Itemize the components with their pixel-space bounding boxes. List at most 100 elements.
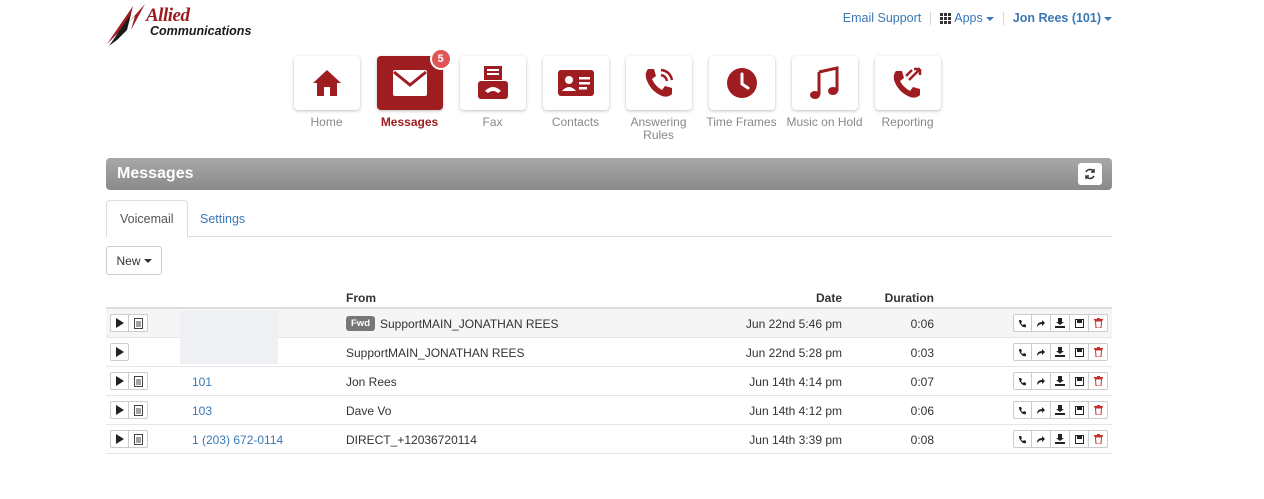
- call-back-button[interactable]: [1013, 401, 1032, 419]
- app-tile: [293, 56, 360, 110]
- column-header-from[interactable]: From: [346, 291, 376, 305]
- forward-button[interactable]: [1032, 401, 1051, 419]
- forward-button[interactable]: [1032, 372, 1051, 390]
- refresh-button[interactable]: [1078, 163, 1102, 185]
- forward-arrow-icon: [1037, 319, 1045, 327]
- save-button[interactable]: [1070, 314, 1089, 332]
- nav-divider: [1002, 11, 1004, 25]
- call-back-button[interactable]: [1013, 314, 1032, 332]
- forward-button[interactable]: [1032, 314, 1051, 332]
- app-label: Answering Rules: [630, 115, 687, 142]
- forward-button[interactable]: [1032, 430, 1051, 448]
- apps-menu[interactable]: Apps: [940, 11, 994, 25]
- caller-name: SupportMAIN_JONATHAN REES: [346, 345, 525, 360]
- message-date: Jun 22nd 5:28 pm: [745, 345, 842, 360]
- save-button[interactable]: [1070, 430, 1089, 448]
- message-duration: 0:08: [910, 432, 934, 447]
- play-button[interactable]: [110, 372, 129, 390]
- table-row[interactable]: Fwd SupportMAIN_JONATHAN REES Jun 22nd 5:…: [106, 309, 1112, 338]
- table-row[interactable]: 101 Jon Rees Jun 14th 4:14 pm 0:07: [106, 367, 1112, 396]
- redacted-caller-id: [180, 311, 278, 338]
- caller-number-link[interactable]: 1 (203) 672-0114: [192, 425, 283, 454]
- transcript-button[interactable]: [129, 314, 148, 332]
- page-title: Messages: [117, 165, 194, 182]
- contact-card-icon: [557, 70, 594, 96]
- call-back-button[interactable]: [1013, 430, 1032, 448]
- forward-button[interactable]: [1032, 343, 1051, 361]
- download-button[interactable]: [1051, 343, 1070, 361]
- trash-icon: [1093, 434, 1103, 444]
- delete-button[interactable]: [1089, 372, 1108, 390]
- play-icon: [116, 376, 124, 386]
- save-button[interactable]: [1070, 343, 1089, 361]
- app-tile: 5: [376, 48, 452, 110]
- message-duration: 0:03: [910, 345, 934, 360]
- call-back-button[interactable]: [1013, 372, 1032, 390]
- save-icon: [1074, 318, 1084, 328]
- table-header: From Date Duration: [106, 285, 1112, 309]
- phone-icon: [1019, 348, 1026, 356]
- user-menu[interactable]: Jon Rees (101): [1013, 11, 1112, 25]
- forward-arrow-icon: [1037, 435, 1045, 443]
- play-button[interactable]: [110, 314, 129, 332]
- email-support-link[interactable]: Email Support: [843, 11, 922, 25]
- play-button[interactable]: [110, 401, 129, 419]
- play-button[interactable]: [110, 430, 129, 448]
- column-header-date[interactable]: Date: [816, 291, 842, 305]
- trash-icon: [1093, 318, 1103, 328]
- download-button[interactable]: [1051, 430, 1070, 448]
- apps-label: Apps: [954, 11, 983, 25]
- row-actions: [1013, 430, 1108, 448]
- delete-button[interactable]: [1089, 430, 1108, 448]
- column-header-duration[interactable]: Duration: [885, 291, 934, 305]
- table-row[interactable]: 1 (203) 672-0114 DIRECT_+12036720114 Jun…: [106, 425, 1112, 454]
- download-icon: [1055, 405, 1065, 415]
- company-logo[interactable]: Allied Communications: [105, 0, 255, 50]
- app-time-frames[interactable]: Time Frames: [700, 56, 783, 142]
- save-button[interactable]: [1070, 401, 1089, 419]
- call-back-button[interactable]: [1013, 343, 1032, 361]
- download-button[interactable]: [1051, 372, 1070, 390]
- new-button[interactable]: New: [106, 246, 162, 275]
- chevron-down-icon: [143, 258, 152, 263]
- download-button[interactable]: [1051, 314, 1070, 332]
- download-icon: [1055, 376, 1065, 386]
- save-button[interactable]: [1070, 372, 1089, 390]
- table-row[interactable]: SupportMAIN_JONATHAN REES Jun 22nd 5:28 …: [106, 338, 1112, 367]
- home-icon: [312, 70, 341, 96]
- play-icon: [116, 347, 124, 357]
- app-label: Fax: [482, 115, 503, 129]
- message-duration: 0:06: [910, 403, 934, 418]
- tab-settings[interactable]: Settings: [187, 200, 258, 237]
- delete-button[interactable]: [1089, 401, 1108, 419]
- caller-number-link[interactable]: 103: [192, 396, 212, 425]
- app-home[interactable]: Home: [285, 56, 368, 142]
- tab-voicemail[interactable]: Voicemail: [106, 200, 188, 238]
- trash-icon: [1093, 376, 1103, 386]
- transcript-button[interactable]: [129, 372, 148, 390]
- app-messages[interactable]: 5 Messages: [368, 48, 452, 142]
- phone-icon: [1019, 435, 1026, 443]
- delete-button[interactable]: [1089, 343, 1108, 361]
- caller-number-link[interactable]: 101: [192, 367, 212, 396]
- app-contacts[interactable]: Contacts: [534, 56, 617, 142]
- app-answering-rules[interactable]: Answering Rules: [617, 56, 700, 142]
- app-reporting[interactable]: Reporting: [866, 56, 949, 142]
- document-icon: [133, 404, 143, 416]
- transcript-button[interactable]: [129, 430, 148, 448]
- app-tile: [542, 56, 609, 110]
- play-button[interactable]: [110, 343, 129, 361]
- messages-panel-header: Messages: [106, 158, 1112, 190]
- message-tabs: Voicemail Settings: [106, 200, 1112, 238]
- app-music-on-hold[interactable]: Music on Hold: [783, 56, 866, 142]
- clock-icon: [726, 68, 757, 98]
- delete-button[interactable]: [1089, 314, 1108, 332]
- trash-icon: [1093, 347, 1103, 357]
- chevron-down-icon: [985, 16, 994, 21]
- table-row[interactable]: 103 Dave Vo Jun 14th 4:12 pm 0:06: [106, 396, 1112, 425]
- transcript-button[interactable]: [129, 401, 148, 419]
- download-icon: [1055, 434, 1065, 444]
- app-fax[interactable]: Fax: [451, 56, 534, 142]
- download-button[interactable]: [1051, 401, 1070, 419]
- app-launcher: Home 5 Messages Fax Contacts Answering R…: [285, 48, 949, 142]
